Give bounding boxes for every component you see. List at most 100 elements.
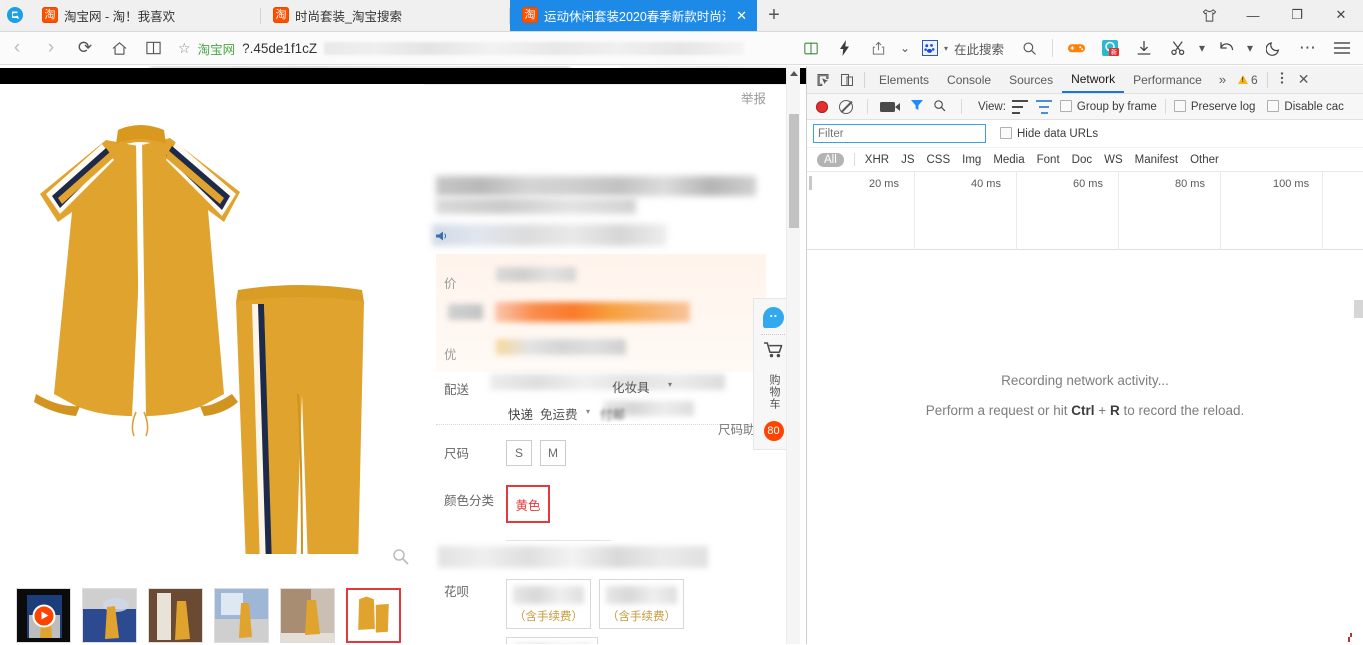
shipping-caret-icon[interactable]: ▾ [586,407,590,416]
engine-caret-icon[interactable]: ▾ [944,44,948,53]
thumbnail-selected[interactable] [346,588,401,643]
inspect-element-icon[interactable] [811,67,835,93]
scroll-up-arrow-icon[interactable] [790,71,798,76]
installment-option-2[interactable]: （含手续费） [506,637,598,644]
hide-data-urls-checkbox[interactable]: Hide data URLs [1000,127,1098,140]
browser-tab-2[interactable]: 淘 运动休闲套装2020春季新款时尚洋气 ✕ [510,0,757,31]
scissors-icon[interactable] [1161,32,1195,65]
magnifier-icon[interactable] [392,548,409,570]
preserve-log-checkbox[interactable]: Preserve log [1173,100,1256,113]
type-filter-media[interactable]: Media [987,153,1030,167]
close-window-button[interactable]: ✕ [1319,0,1363,31]
devtools-close-icon[interactable]: ✕ [1291,71,1317,88]
lightning-icon[interactable] [828,32,862,65]
hamburger-menu-icon[interactable] [1325,32,1359,65]
reader-mode-button[interactable] [136,32,170,65]
thumbnail-list [16,588,401,643]
undo-caret-icon[interactable]: ▾ [1243,32,1257,65]
devtools-warning-count[interactable]: 6 [1234,73,1262,87]
type-filter-css[interactable]: CSS [920,153,956,167]
share-dropdown-caret-icon[interactable]: ⌄ [896,32,914,65]
filter-input[interactable] [813,124,986,143]
waterfall-view-icon[interactable] [1035,99,1052,114]
baidu-paw-icon[interactable] [921,40,938,56]
address-bar[interactable]: ☆ 淘宝网 ?.45de1f1cZ [170,32,794,65]
devtools-tab-console[interactable]: Console [938,66,1000,93]
size-option-s[interactable]: S [506,440,532,466]
type-filter-img[interactable]: Img [956,153,987,167]
thumbnail-2[interactable] [148,588,203,643]
preserve-log-label: Preserve log [1190,101,1256,113]
minimize-button[interactable]: — [1231,0,1275,31]
device-toolbar-icon[interactable] [835,67,859,93]
type-filter-js[interactable]: JS [895,153,920,167]
bookmark-star-icon[interactable]: ☆ [178,40,191,57]
more-horizontal-icon[interactable]: ⋯ [1291,32,1325,65]
disable-cache-checkbox[interactable]: Disable cac [1267,100,1344,113]
toolbar-divider [867,99,868,114]
thumbnail-video[interactable] [16,588,71,643]
app-new-icon[interactable]: 新 [1093,32,1127,65]
type-filter-manifest[interactable]: Manifest [1129,153,1184,167]
type-filter-xhr[interactable]: XHR [859,153,895,167]
installment-option-1[interactable]: （含手续费） [599,579,684,629]
shopping-cart-icon[interactable] [763,341,785,362]
list-view-icon[interactable] [1011,99,1028,114]
forward-button[interactable]: › [34,32,68,65]
type-filter-doc[interactable]: Doc [1066,153,1098,167]
installment-amount-redacted [606,586,677,604]
home-button[interactable] [102,32,136,65]
scissors-caret-icon[interactable]: ▾ [1195,32,1209,65]
tab-close-icon[interactable]: ✕ [736,9,747,22]
download-icon[interactable] [1127,32,1161,65]
new-tab-button[interactable]: + [757,0,791,31]
devtools-scrollbar-thumb[interactable] [1354,300,1363,318]
shortcut-key-r: R [1109,403,1120,418]
search-icon[interactable] [1012,32,1046,65]
report-link[interactable]: 举报 [741,88,766,107]
vertical-dots-icon[interactable] [1273,71,1291,88]
scrollbar-thumb[interactable] [789,114,799,228]
share-icon[interactable] [862,32,896,65]
game-controller-icon[interactable] [1059,32,1093,65]
type-filter-font[interactable]: Font [1031,153,1066,167]
product-main-image[interactable] [10,94,410,567]
camera-icon[interactable] [880,101,900,112]
color-option-yellow[interactable]: 黄色 [506,485,550,523]
play-icon[interactable] [32,604,55,627]
browser-tab-0[interactable]: 淘 淘宝网 - 淘！我喜欢 [30,0,260,31]
type-filter-other[interactable]: Other [1184,153,1225,167]
installment-option-0[interactable]: （含手续费） [506,579,591,629]
search-icon[interactable] [933,99,946,115]
back-button[interactable]: ‹ [0,32,34,65]
undo-icon[interactable] [1209,32,1243,65]
group-by-frame-checkbox[interactable]: Group by frame [1059,100,1157,113]
shortcut-key-ctrl: Ctrl [1071,403,1095,418]
thumbnail-4[interactable] [280,588,335,643]
devtools-tab-sources[interactable]: Sources [1000,66,1062,93]
devtools-tab-network[interactable]: Network [1062,66,1125,93]
maximize-button[interactable]: ❐ [1275,0,1319,31]
devtools-tab-elements[interactable]: Elements [870,66,938,93]
funnel-icon[interactable] [910,98,924,115]
omnibox-search[interactable]: ▾ 在此搜索 [914,39,1012,58]
reload-button[interactable]: ⟳ [68,32,102,65]
record-button-icon[interactable] [816,100,828,113]
thumbnail-1[interactable] [82,588,137,643]
moon-icon[interactable] [1257,32,1291,65]
devtools-more-tabs-icon[interactable]: » [1211,72,1234,87]
size-option-m[interactable]: M [540,440,566,466]
thumbnail-3[interactable] [214,588,269,643]
disable-cache-label: Disable cac [1284,101,1344,113]
network-timeline-ruler[interactable]: 20 ms 40 ms 60 ms 80 ms 100 ms [807,172,1363,250]
qq-chat-bubble-icon[interactable] [763,307,784,328]
clear-icon[interactable] [839,99,853,114]
skin-button[interactable] [1187,0,1231,31]
type-filter-all[interactable]: All [817,152,844,167]
browser-tab-1[interactable]: 淘 时尚套装_淘宝搜索 [261,0,509,31]
book-icon[interactable] [794,32,828,65]
devtools-tab-performance[interactable]: Performance [1124,66,1211,93]
delivery-caret-icon[interactable]: ▾ [668,380,672,389]
type-filter-ws[interactable]: WS [1098,153,1129,167]
page-scrollbar[interactable] [786,66,800,644]
